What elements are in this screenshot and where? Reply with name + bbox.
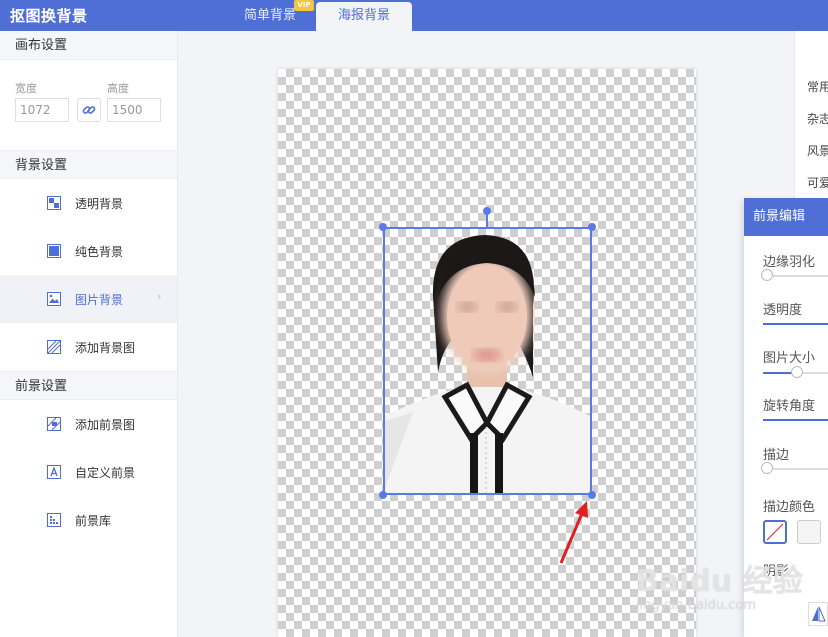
slider-fill bbox=[763, 419, 828, 421]
top-bar: 抠图换背景 简单背景 VIP 海报背景 bbox=[0, 0, 828, 31]
tab-label: 简单背景 bbox=[243, 8, 296, 23]
solid-color-icon bbox=[47, 244, 61, 258]
menu-label: 图片背景 bbox=[75, 293, 124, 307]
slider-fill bbox=[763, 372, 793, 374]
slider-fill bbox=[763, 323, 828, 325]
canvas-size-box: 宽度 高度 1072 1500 bbox=[0, 60, 177, 150]
menu-label: 自定义前景 bbox=[75, 466, 136, 480]
rotate-line bbox=[486, 213, 488, 227]
chevron-right-icon: › bbox=[157, 290, 162, 303]
foreground-settings-heading: 前景设置 bbox=[0, 371, 177, 400]
stroke-color-swatch[interactable] bbox=[797, 520, 821, 544]
stroke-label: 描边 bbox=[763, 448, 790, 463]
add-fg-image-icon bbox=[47, 417, 61, 431]
category-common[interactable]: 常用 bbox=[807, 78, 828, 95]
selection-frame[interactable] bbox=[383, 227, 592, 495]
image-icon bbox=[47, 292, 61, 306]
app-title: 抠图换背景 bbox=[10, 7, 88, 25]
stroke-color-swatch-selected[interactable] bbox=[763, 520, 787, 544]
stroke-slider[interactable] bbox=[761, 462, 828, 474]
transparent-bg-icon bbox=[47, 196, 61, 210]
menu-custom-foreground[interactable]: 自定义前景 bbox=[0, 448, 177, 496]
height-label: 高度 bbox=[107, 82, 129, 95]
vip-badge: VIP bbox=[294, 0, 314, 11]
menu-image-background[interactable]: 图片背景 › bbox=[0, 275, 177, 323]
menu-transparent-background[interactable]: 透明背景 bbox=[0, 179, 177, 227]
feather-label: 边缘羽化 bbox=[763, 255, 816, 270]
category-cute[interactable]: 可爱 bbox=[807, 174, 828, 191]
diagonal-none-icon bbox=[766, 523, 784, 541]
slider-knob[interactable] bbox=[761, 269, 773, 281]
shadow-label: 阴影 bbox=[763, 564, 790, 579]
tab-poster-background[interactable]: 海报背景 bbox=[316, 2, 412, 31]
menu-foreground-library[interactable]: 前景库 bbox=[0, 496, 177, 544]
lock-ratio-button[interactable] bbox=[77, 98, 101, 122]
flip-icon bbox=[812, 606, 826, 622]
menu-solid-background[interactable]: 纯色背景 bbox=[0, 227, 177, 275]
opacity-slider[interactable] bbox=[763, 323, 828, 325]
slider-knob[interactable] bbox=[761, 462, 773, 474]
slider-knob[interactable] bbox=[791, 366, 803, 378]
menu-add-background-image[interactable]: 添加背景图 bbox=[0, 323, 177, 371]
image-size-label: 图片大小 bbox=[763, 351, 816, 366]
height-input[interactable]: 1500 bbox=[107, 98, 161, 122]
text-a-icon bbox=[47, 465, 61, 479]
menu-add-foreground-image[interactable]: 添加前景图 bbox=[0, 400, 177, 448]
red-arrow-annotation bbox=[559, 501, 588, 564]
foreground-edit-title: 前景编辑 bbox=[744, 198, 828, 236]
width-input[interactable]: 1072 bbox=[15, 98, 69, 122]
menu-label: 前景库 bbox=[75, 514, 112, 528]
menu-label: 透明背景 bbox=[75, 197, 124, 211]
editor-workspace bbox=[179, 31, 794, 637]
rotation-label: 旋转角度 bbox=[763, 399, 816, 414]
image-size-slider[interactable] bbox=[763, 366, 828, 378]
library-icon bbox=[47, 513, 61, 527]
rotation-slider[interactable] bbox=[763, 419, 828, 421]
menu-label: 纯色背景 bbox=[75, 245, 124, 259]
feather-slider[interactable] bbox=[761, 269, 828, 281]
menu-label: 添加前景图 bbox=[75, 418, 136, 432]
foreground-edit-panel: 前景编辑 边缘羽化 透明度 图片大小 旋转角度 描边 描边颜色 阴影 bbox=[744, 198, 828, 637]
resize-handle-br[interactable] bbox=[588, 491, 596, 499]
background-settings-heading: 背景设置 bbox=[0, 150, 177, 179]
resize-handle-tr[interactable] bbox=[588, 223, 596, 231]
canvas-settings-heading: 画布设置 bbox=[0, 31, 177, 60]
opacity-label: 透明度 bbox=[763, 303, 803, 318]
rotate-handle[interactable] bbox=[483, 207, 491, 215]
poster-canvas[interactable] bbox=[278, 69, 696, 637]
tab-label: 海报背景 bbox=[337, 8, 390, 23]
stroke-color-label: 描边颜色 bbox=[763, 500, 816, 515]
add-bg-image-icon bbox=[47, 340, 61, 354]
resize-handle-bl[interactable] bbox=[379, 491, 387, 499]
resize-handle-tl[interactable] bbox=[379, 223, 387, 231]
settings-sidebar: 画布设置 宽度 高度 1072 1500 背景设置 透明背景 纯色背景 图片背景… bbox=[0, 31, 178, 637]
category-magazine[interactable]: 杂志 bbox=[807, 110, 828, 127]
width-label: 宽度 bbox=[15, 82, 37, 95]
category-scenery[interactable]: 风景 bbox=[807, 142, 828, 159]
link-icon bbox=[82, 106, 96, 114]
flip-tool-button[interactable] bbox=[808, 602, 828, 626]
menu-label: 添加背景图 bbox=[75, 341, 136, 355]
